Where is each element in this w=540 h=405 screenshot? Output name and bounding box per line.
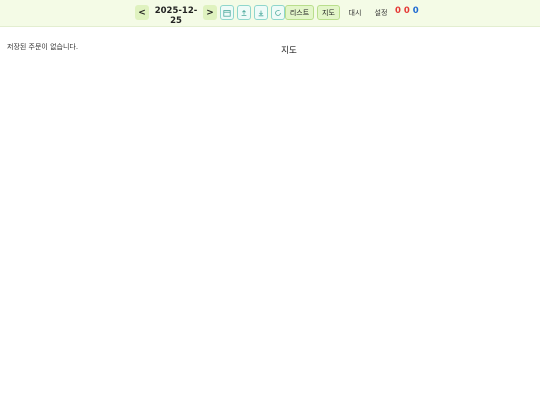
refresh-button[interactable] — [271, 5, 285, 20]
map-heading: 지도 — [281, 46, 297, 56]
count-2: 0 — [403, 6, 410, 16]
calendar-button[interactable] — [220, 5, 234, 20]
next-date-button[interactable]: > — [203, 5, 217, 20]
download-button[interactable] — [254, 5, 268, 20]
calendar-icon — [223, 9, 231, 17]
status-counter: 0 0 0 — [395, 6, 419, 16]
refresh-icon — [275, 9, 281, 16]
current-date: 2025-12-25 — [154, 6, 198, 26]
list-view-button[interactable]: 리스트 — [285, 5, 314, 20]
standby-button[interactable]: 대시 — [344, 5, 366, 20]
count-1: 0 — [395, 6, 401, 16]
upload-button[interactable] — [237, 5, 251, 20]
top-toolbar: < 2025-12-25 > 리스트 지도 대시 설정 0 0 0 — [0, 0, 540, 27]
count-3: 0 — [412, 6, 419, 16]
map-view-button[interactable]: 지도 — [317, 5, 340, 20]
empty-orders-message: 저장된 주문이 없습니다. — [7, 43, 79, 51]
settings-button[interactable]: 설정 — [370, 5, 392, 20]
prev-date-button[interactable]: < — [135, 5, 149, 20]
upload-icon — [241, 9, 247, 16]
download-icon — [258, 10, 264, 16]
